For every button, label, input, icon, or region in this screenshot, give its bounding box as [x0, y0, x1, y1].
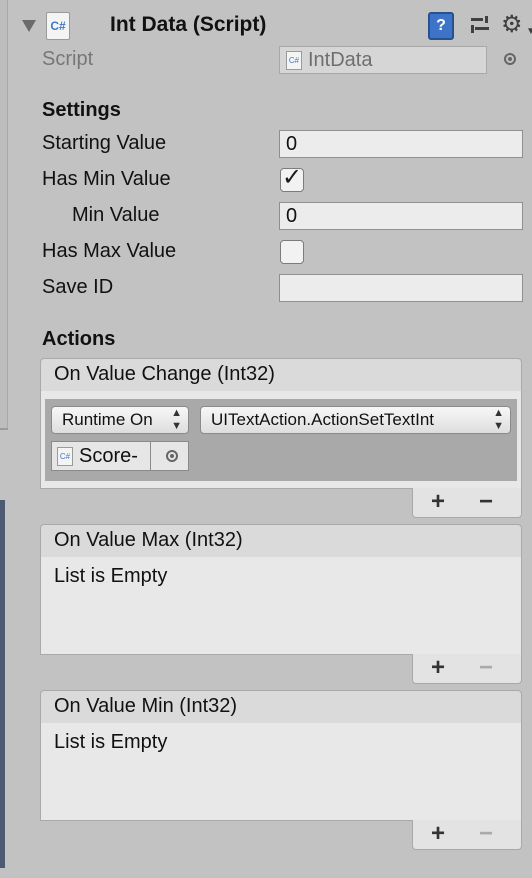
on-value-max-body: List is Empty: [40, 557, 522, 655]
on-value-min-title: On Value Min (Int32): [54, 695, 238, 717]
runtime-mode-value: Runtime On: [62, 410, 153, 429]
has-min-value-label: Has Min Value: [42, 168, 171, 190]
script-label: Script: [42, 48, 94, 70]
function-value: UITextAction.ActionSetTextInt: [211, 410, 434, 429]
min-value-label: Min Value: [72, 204, 160, 226]
help-icon[interactable]: ?: [428, 12, 454, 40]
left-gutter-accent: [0, 500, 5, 868]
has-min-value-checkbox[interactable]: ✓: [280, 164, 304, 192]
on-value-min-body: List is Empty: [40, 723, 522, 821]
csharp-script-icon: C#: [46, 12, 70, 40]
on-value-max-footer: + −: [412, 654, 522, 684]
on-value-change-body: Runtime On ▲ ▼ UITextAction.ActionSetText…: [40, 391, 522, 489]
gutter-divider: [0, 428, 8, 430]
field-divider: [150, 442, 151, 470]
on-value-max-event: On Value Max (Int32) List is Empty + −: [40, 524, 522, 684]
has-max-value-checkbox[interactable]: [280, 240, 304, 264]
on-value-change-title: On Value Change (Int32): [54, 363, 275, 385]
object-picker-icon[interactable]: [166, 450, 178, 462]
add-listener-button[interactable]: +: [431, 655, 445, 681]
chevron-down-icon: ▼: [526, 26, 532, 37]
actions-heading: Actions: [42, 328, 116, 350]
save-id-label: Save ID: [42, 276, 114, 298]
on-value-change-header: On Value Change (Int32): [40, 358, 522, 392]
starting-value-label: Starting Value: [42, 132, 167, 154]
listener-entry: Runtime On ▲ ▼ UITextAction.ActionSetText…: [45, 399, 517, 481]
runtime-mode-dropdown[interactable]: Runtime On ▲ ▼: [51, 406, 189, 434]
on-value-max-header: On Value Max (Int32): [40, 524, 522, 558]
has-max-value-label: Has Max Value: [42, 240, 177, 262]
on-value-change-footer: + −: [412, 488, 522, 518]
empty-list-text: List is Empty: [54, 731, 168, 753]
on-value-max-title: On Value Max (Int32): [54, 529, 243, 551]
component-header: C# Int Data (Script) ? ⚙ ▼: [8, 8, 532, 44]
add-listener-button[interactable]: +: [431, 489, 445, 515]
script-field: C# IntData: [279, 46, 487, 74]
remove-listener-button[interactable]: −: [479, 489, 493, 515]
foldout-arrow-icon[interactable]: [22, 20, 36, 32]
save-id-input[interactable]: [279, 274, 523, 302]
dropdown-arrows-icon: ▲ ▼: [171, 407, 182, 432]
target-object-value: Score-: [79, 445, 138, 467]
on-value-change-event: On Value Change (Int32) Runtime On ▲ ▼ UI…: [40, 358, 522, 518]
add-listener-button[interactable]: +: [431, 821, 445, 847]
on-value-min-footer: + −: [412, 820, 522, 850]
on-value-min-event: On Value Min (Int32) List is Empty + −: [40, 690, 522, 850]
left-gutter: [0, 0, 8, 430]
gear-icon[interactable]: ⚙: [501, 10, 523, 39]
csharp-script-icon: C#: [57, 447, 73, 467]
dropdown-arrows-icon: ▲ ▼: [493, 407, 504, 432]
csharp-script-icon: C#: [286, 51, 302, 71]
remove-listener-button[interactable]: −: [479, 655, 493, 681]
min-value-input[interactable]: 0: [279, 202, 523, 230]
function-dropdown[interactable]: UITextAction.ActionSetTextInt ▲ ▼: [200, 406, 511, 434]
script-field-value: IntData: [308, 49, 373, 71]
target-object-field[interactable]: C# Score-: [51, 441, 189, 471]
on-value-min-header: On Value Min (Int32): [40, 690, 522, 724]
empty-list-text: List is Empty: [54, 565, 168, 587]
inspector-panel: C# Int Data (Script) ? ⚙ ▼ Script C# IntD…: [0, 0, 532, 878]
component-title: Int Data (Script): [110, 13, 267, 36]
remove-listener-button[interactable]: −: [479, 821, 493, 847]
settings-heading: Settings: [42, 99, 121, 121]
object-picker-icon[interactable]: [504, 53, 516, 65]
preset-icon[interactable]: [469, 14, 491, 36]
checkmark-icon: ✓: [282, 164, 303, 191]
starting-value-input[interactable]: 0: [279, 130, 523, 158]
